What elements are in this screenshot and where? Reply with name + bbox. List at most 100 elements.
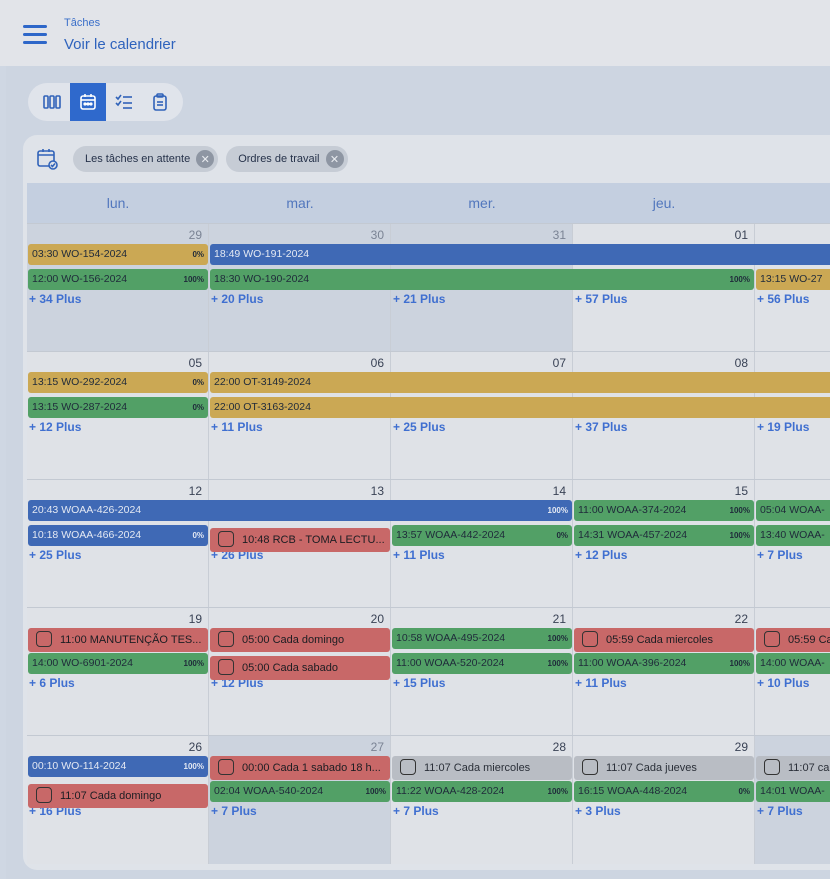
event-chip[interactable]: 13:15 WO-292-2024 0% [28, 372, 208, 393]
more-link[interactable]: + 11 Plus [393, 548, 445, 562]
close-icon[interactable]: ✕ [196, 150, 215, 168]
menu-icon[interactable] [23, 25, 47, 45]
event-chip[interactable]: 22:00 OT-3163-2024 [210, 397, 830, 418]
event-progress: 100% [183, 659, 204, 668]
event-chip[interactable]: 05:00 Cada sabado [210, 656, 390, 680]
event-chip[interactable]: 18:30 WO-190-2024 100% [210, 269, 754, 290]
checkbox-icon[interactable] [36, 631, 52, 648]
checkbox-icon[interactable] [764, 759, 780, 776]
calendar-panel: Les tâches en attente ✕ Ordres de travail… [23, 135, 830, 870]
week-row: 05 + 12 Plus 06 + 11 Plus 07 + 25 Plus 08 + 37 … [27, 351, 830, 480]
checkbox-icon[interactable] [764, 631, 780, 648]
event-chip[interactable]: 14:31 WOAA-457-2024 100% [574, 525, 754, 546]
view-switcher [28, 83, 183, 121]
checkbox-icon[interactable] [218, 631, 234, 648]
event-chip[interactable]: 11:00 WOAA-396-2024 100% [574, 653, 754, 674]
calendar-filter-icon[interactable] [35, 147, 59, 171]
checkbox-icon[interactable] [218, 659, 234, 676]
more-link[interactable]: + 7 Plus [757, 804, 803, 818]
event-chip[interactable]: 13:15 WO-27 [756, 269, 830, 290]
more-link[interactable]: + 56 Plus [757, 292, 809, 306]
event-chip[interactable]: 11:00 WOAA-520-2024 100% [392, 653, 572, 674]
calendar-view-icon[interactable] [70, 83, 106, 121]
event-chip[interactable]: 11:22 WOAA-428-2024 100% [392, 781, 572, 802]
more-link[interactable]: + 7 Plus [393, 804, 439, 818]
app-name: Tâches [64, 17, 101, 29]
event-chip[interactable]: 14:00 WO-6901-2024 100% [28, 653, 208, 674]
more-link[interactable]: + 11 Plus [211, 420, 263, 434]
more-link[interactable]: + 15 Plus [393, 676, 445, 690]
event-chip[interactable]: 05:59 Cada miercoles [574, 628, 754, 652]
event-progress: 100% [729, 275, 750, 284]
columns-view-icon[interactable] [34, 83, 70, 121]
checklist-view-icon[interactable] [106, 83, 142, 121]
event-chip[interactable]: 02:04 WOAA-540-2024 100% [210, 781, 390, 802]
more-link[interactable]: + 11 Plus [575, 676, 627, 690]
event-chip[interactable]: 11:07 Cada domingo [28, 784, 208, 808]
close-icon[interactable]: ✕ [325, 150, 344, 168]
event-chip[interactable]: 00:10 WO-114-2024 100% [28, 756, 208, 777]
event-label: 14:00 WO-6901-2024 [32, 657, 133, 669]
more-link[interactable]: + 6 Plus [29, 676, 75, 690]
event-chip[interactable]: 10:48 RCB - TOMA LECTU... [210, 528, 390, 552]
checkbox-icon[interactable] [36, 787, 52, 804]
event-progress: 100% [547, 659, 568, 668]
event-chip[interactable]: 03:30 WO-154-2024 0% [28, 244, 208, 265]
event-chip[interactable]: 11:00 MANUTENÇÃO TES... [28, 628, 208, 652]
event-chip[interactable]: 20:43 WOAA-426-2024 100% [28, 500, 572, 521]
filter-chip-workorders[interactable]: Ordres de travail ✕ [226, 146, 348, 172]
checkbox-icon[interactable] [218, 531, 234, 548]
event-chip[interactable]: 16:15 WOAA-448-2024 0% [574, 781, 754, 802]
more-link[interactable]: + 12 Plus [29, 420, 81, 434]
event-chip[interactable]: 11:07 ca [756, 756, 830, 780]
event-chip[interactable]: 12:00 WO-156-2024 100% [28, 269, 208, 290]
more-link[interactable]: + 7 Plus [757, 548, 803, 562]
event-chip[interactable]: 05:04 WOAA- [756, 500, 830, 521]
more-link[interactable]: + 7 Plus [211, 804, 257, 818]
event-progress: 100% [547, 787, 568, 796]
event-chip[interactable]: 18:49 WO-191-2024 [210, 244, 830, 265]
more-link[interactable]: + 34 Plus [29, 292, 81, 306]
checkbox-icon[interactable] [218, 759, 234, 776]
day-number: 26 [188, 740, 202, 754]
clipboard-view-icon[interactable] [142, 83, 178, 121]
event-label: 05:59 Cada miercoles [606, 634, 714, 646]
checkbox-icon[interactable] [400, 759, 416, 776]
event-chip[interactable]: 11:07 Cada jueves [574, 756, 754, 780]
more-link[interactable]: + 12 Plus [575, 548, 627, 562]
more-link[interactable]: + 21 Plus [393, 292, 445, 306]
more-link[interactable]: + 37 Plus [575, 420, 627, 434]
checkbox-icon[interactable] [582, 631, 598, 648]
event-progress: 0% [738, 787, 750, 796]
more-link[interactable]: + 25 Plus [393, 420, 445, 434]
event-chip[interactable]: 05:59 Ca [756, 628, 830, 652]
event-chip[interactable]: 13:40 WOAA- [756, 525, 830, 546]
event-chip[interactable]: 22:00 OT-3149-2024 [210, 372, 830, 393]
day-number: 01 [734, 228, 748, 242]
event-progress: 100% [547, 634, 568, 643]
filter-chip-pending[interactable]: Les tâches en attente ✕ [73, 146, 219, 172]
more-link[interactable]: + 3 Plus [575, 804, 621, 818]
more-link[interactable]: + 19 Plus [757, 420, 809, 434]
weekday-tue: mar. [286, 195, 314, 211]
more-link[interactable]: + 57 Plus [575, 292, 627, 306]
event-chip[interactable]: 11:07 Cada miercoles [392, 756, 572, 780]
event-chip[interactable]: 13:15 WO-287-2024 0% [28, 397, 208, 418]
event-chip[interactable]: 11:00 WOAA-374-2024 100% [574, 500, 754, 521]
event-chip[interactable]: 10:18 WOAA-466-2024 0% [28, 525, 208, 546]
event-chip[interactable]: 10:58 WOAA-495-2024 100% [392, 628, 572, 649]
event-chip[interactable]: 00:00 Cada 1 sabado 18 h... [210, 756, 390, 780]
event-chip[interactable]: 05:00 Cada domingo [210, 628, 390, 652]
more-link[interactable]: + 25 Plus [29, 548, 81, 562]
day-number: 14 [552, 484, 566, 498]
event-chip[interactable]: 14:00 WOAA- [756, 653, 830, 674]
day-number: 29 [188, 228, 202, 242]
main-content: Les tâches en attente ✕ Ordres de travail… [6, 66, 830, 879]
more-link[interactable]: + 20 Plus [211, 292, 263, 306]
more-link[interactable]: + 10 Plus [757, 676, 809, 690]
checkbox-icon[interactable] [582, 759, 598, 776]
weekday-fri [755, 183, 830, 223]
event-progress: 0% [192, 403, 204, 412]
event-chip[interactable]: 13:57 WOAA-442-2024 0% [392, 525, 572, 546]
event-chip[interactable]: 14:01 WOAA- [756, 781, 830, 802]
